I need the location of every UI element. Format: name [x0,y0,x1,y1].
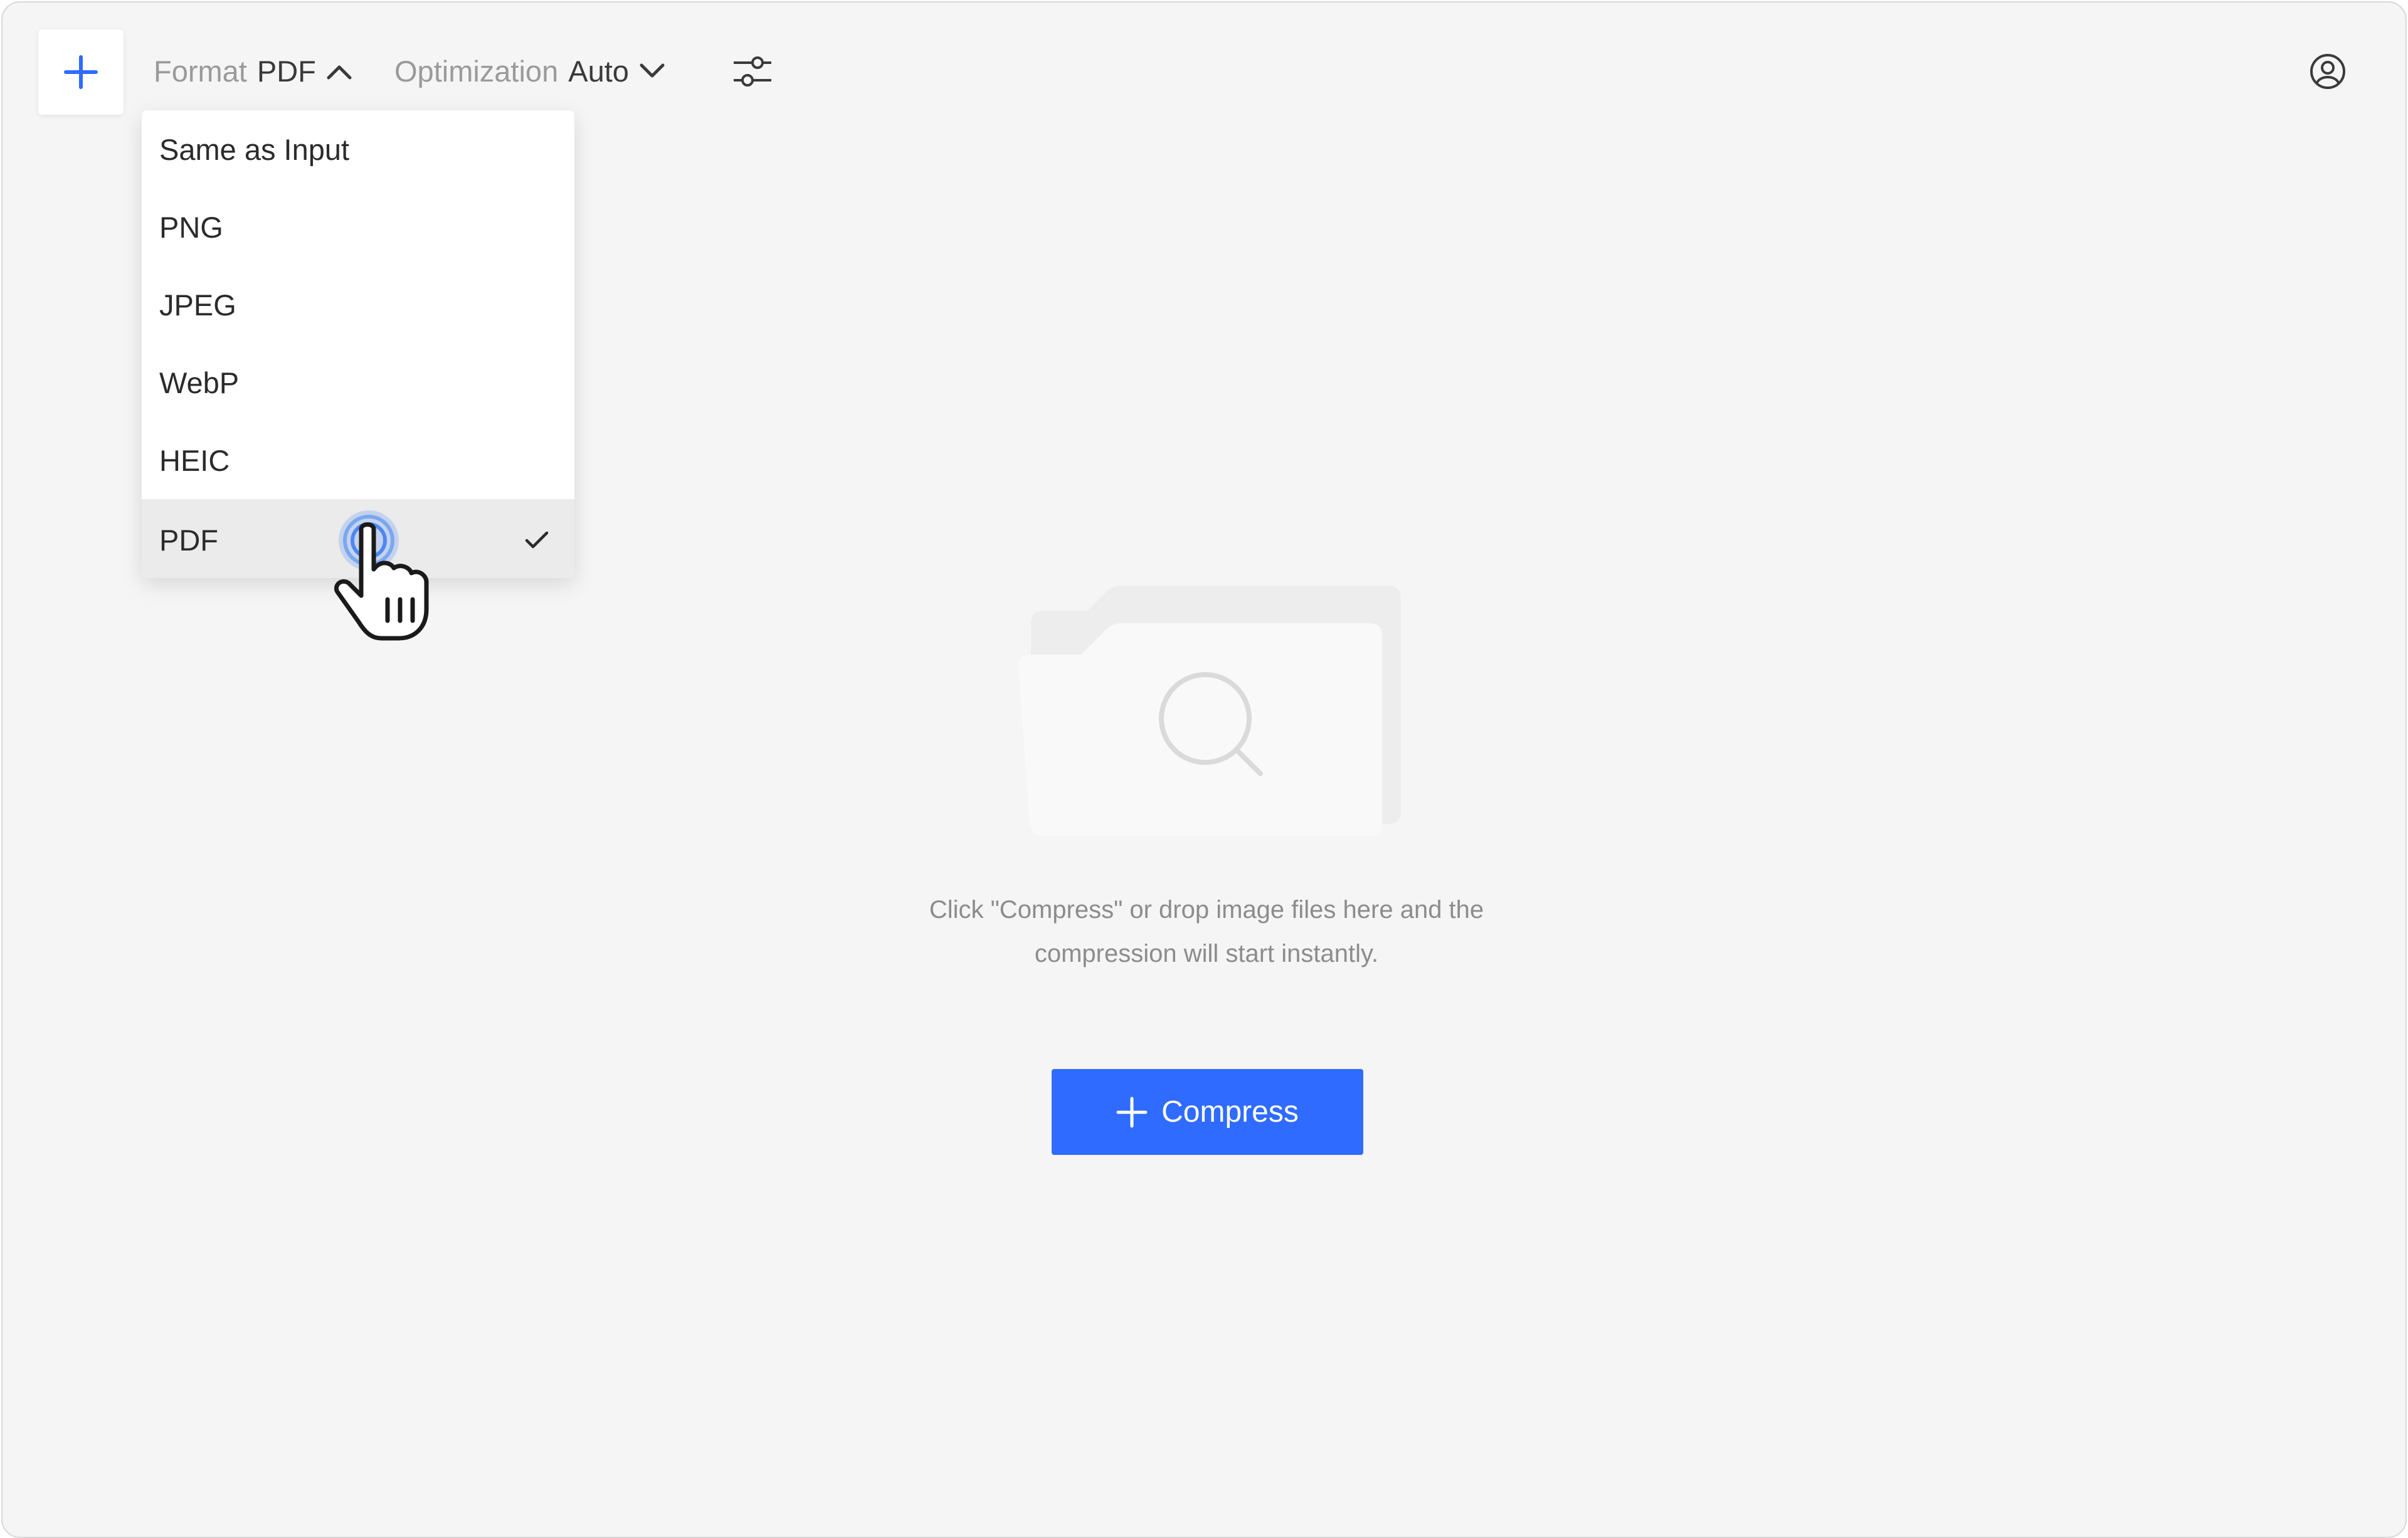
menu-item-label: PNG [159,210,223,244]
plus-icon [64,55,98,89]
message-line-2: compression will start instantly. [1034,940,1379,967]
optimization-value: Auto [568,55,629,88]
app-window: Format PDF Optimization Auto Same as Inp… [1,1,2407,1538]
hand-cursor-icon [334,510,429,641]
message-line-1: Click "Compress" or drop image files her… [929,896,1484,924]
empty-state-message: Click "Compress" or drop image files her… [830,888,1583,976]
account-button[interactable] [2308,51,2348,92]
menu-item-same-as-input[interactable]: Same as Input [142,110,574,188]
optimization-label: Optimization [394,55,559,88]
user-circle-icon [2310,54,2345,89]
checkmark-icon [524,530,549,550]
menu-item-heic[interactable]: HEIC [142,421,574,499]
menu-item-label: JPEG [159,288,236,322]
menu-item-label: Same as Input [159,132,350,166]
add-files-button[interactable] [38,29,124,115]
plus-icon [1116,1097,1148,1128]
menu-item-jpeg[interactable]: JPEG [142,266,574,344]
compress-button[interactable]: Compress [1052,1069,1363,1155]
menu-item-label: WebP [159,366,240,399]
format-label: Format [154,55,247,88]
menu-item-label: PDF [159,523,218,557]
chevron-up-icon [326,62,352,81]
menu-item-png[interactable]: PNG [142,188,574,266]
format-value: PDF [256,55,316,88]
menu-item-webp[interactable]: WebP [142,344,574,421]
format-dropdown[interactable]: Format PDF [154,51,352,92]
menu-item-label: HEIC [159,443,230,477]
optimization-dropdown[interactable]: Optimization Auto [394,51,665,92]
settings-button[interactable] [731,50,774,93]
folder-search-icon [1018,586,1401,836]
compress-button-label: Compress [1161,1095,1299,1129]
chevron-down-icon [639,62,665,81]
sliders-icon [734,56,771,87]
